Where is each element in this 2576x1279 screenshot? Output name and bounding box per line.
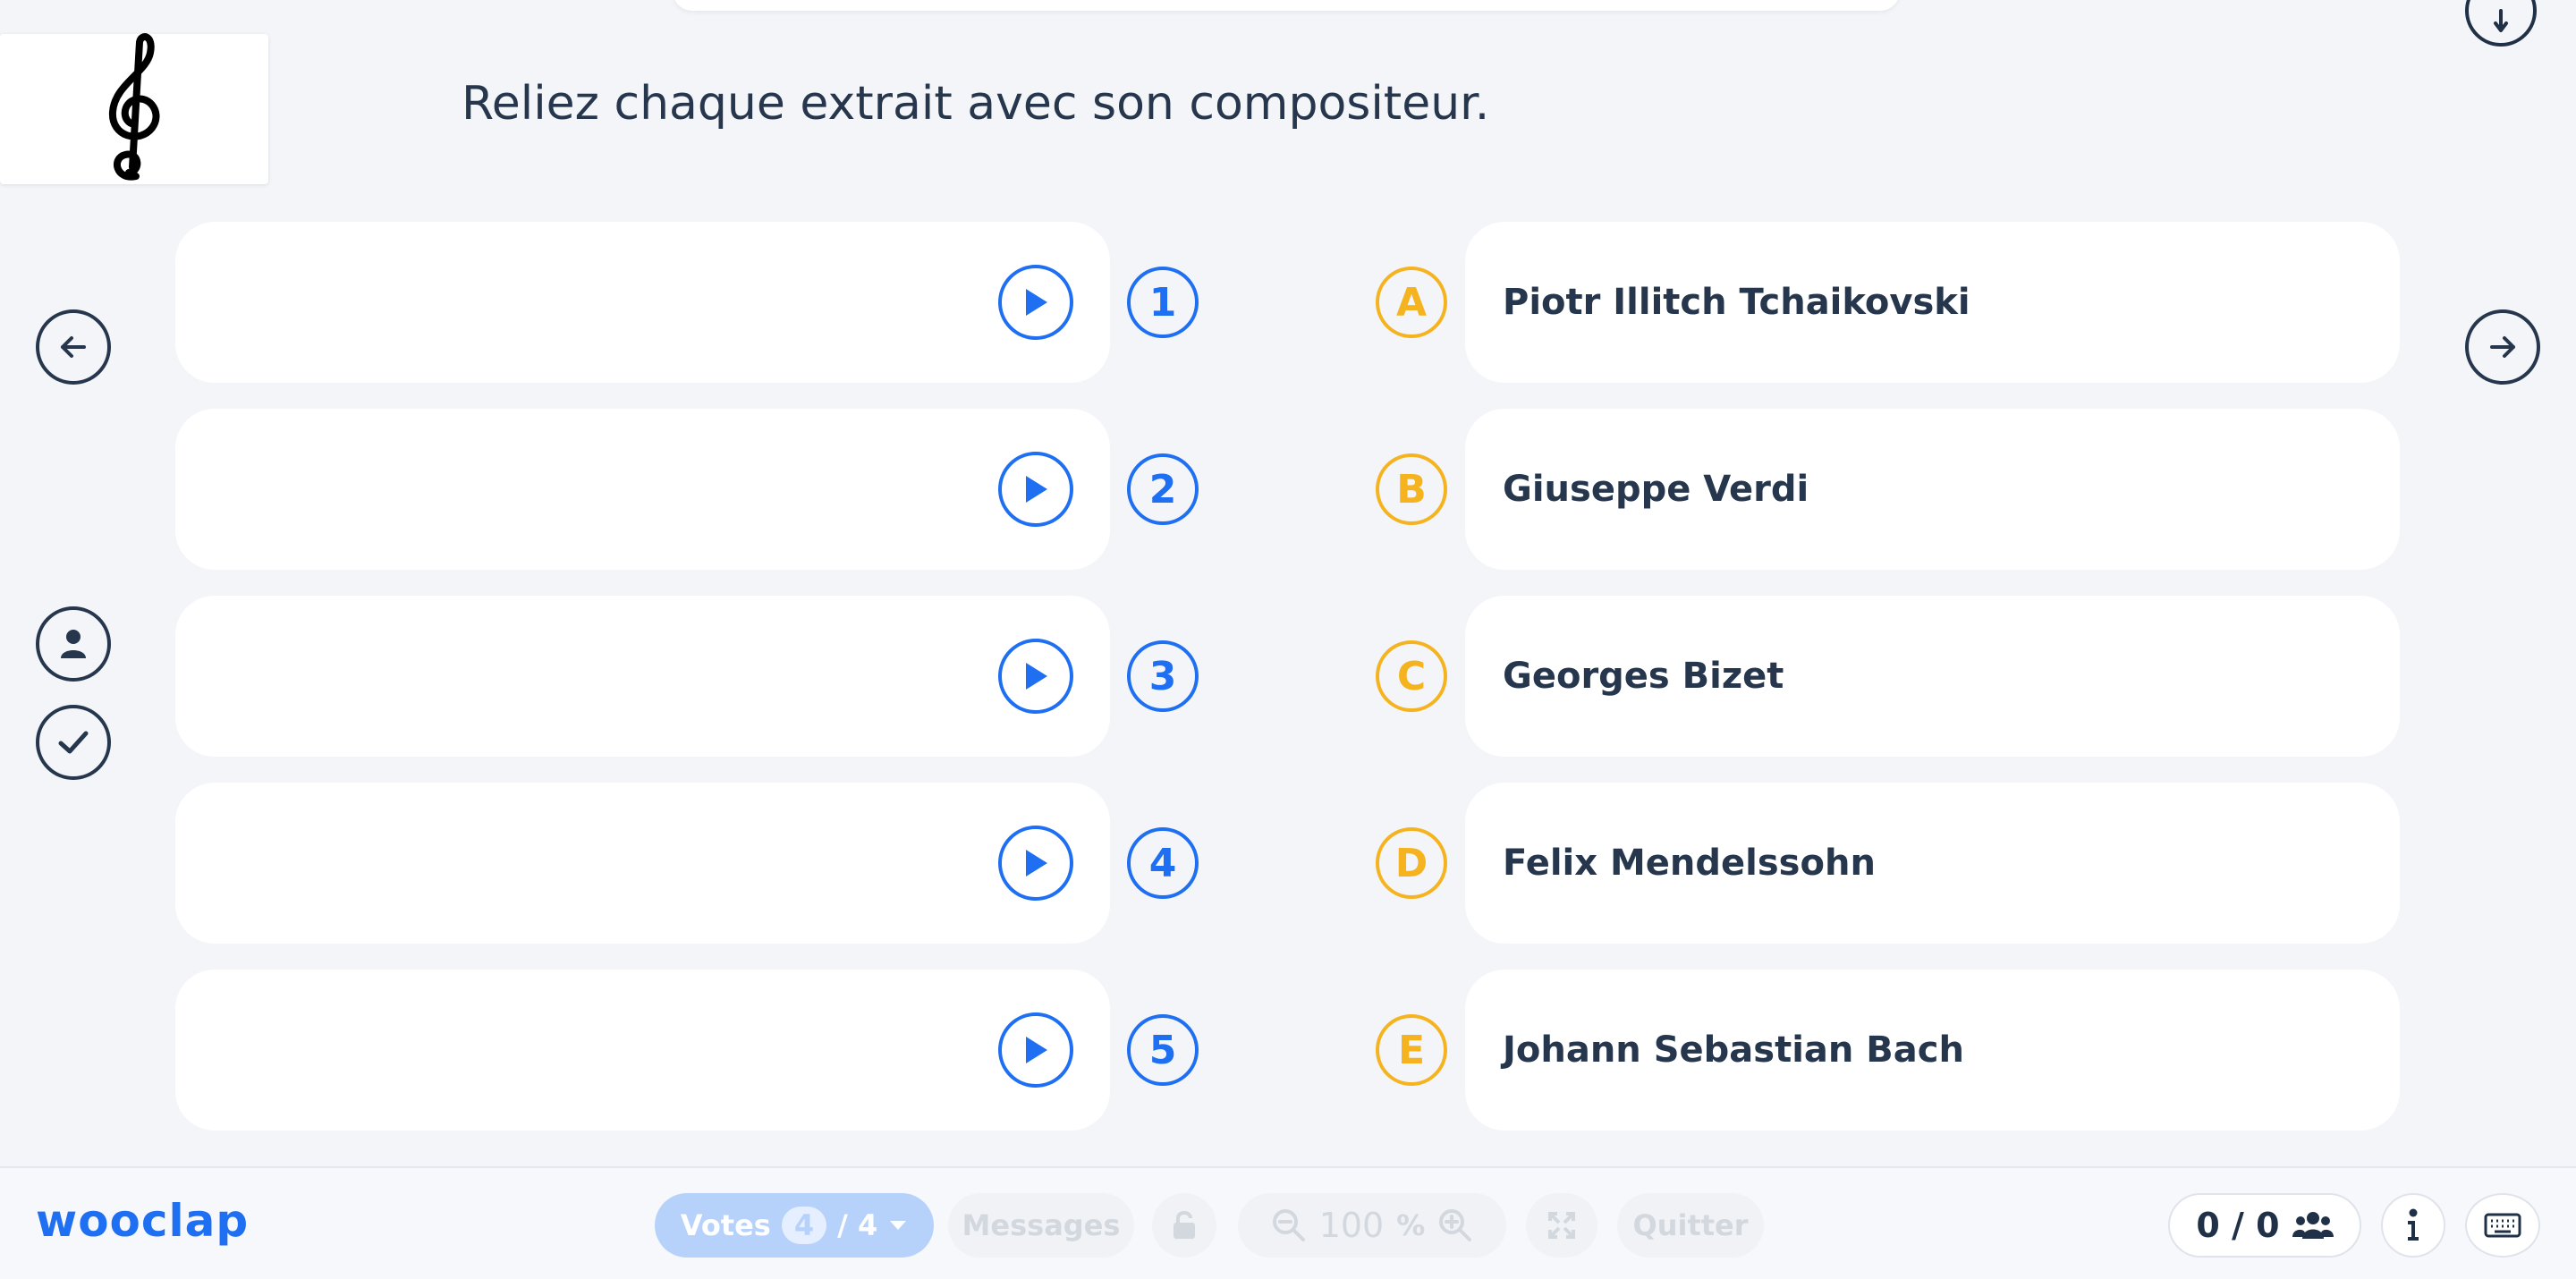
composer-name: Piotr Illitch Tchaikovski [1503, 282, 1970, 323]
excerpt-number[interactable]: 4 [1127, 827, 1199, 899]
answer-letter[interactable]: D [1376, 827, 1447, 899]
zoom-in-icon[interactable] [1437, 1207, 1473, 1243]
info-icon [2408, 1208, 2419, 1241]
play-button[interactable] [998, 826, 1073, 901]
play-button[interactable] [998, 639, 1073, 714]
vertical-arrows-icon [2494, 9, 2508, 32]
play-icon [1026, 289, 1047, 316]
excerpt-card-1 [175, 222, 1110, 383]
votes-count: 4 [781, 1207, 827, 1244]
chevron-down-icon [890, 1221, 907, 1230]
keyboard-icon [2484, 1213, 2521, 1238]
participants-counter[interactable]: 0 / 0 [2168, 1193, 2361, 1258]
treble-clef-icon [108, 33, 160, 181]
composer-name: Giuseppe Verdi [1503, 469, 1809, 510]
fullscreen-icon [1548, 1212, 1575, 1239]
arrow-right-icon [2490, 336, 2515, 358]
answer-letter[interactable]: A [1376, 267, 1447, 338]
excerpt-card-2 [175, 409, 1110, 570]
user-icon [61, 630, 86, 658]
play-button[interactable] [998, 1012, 1073, 1088]
top-panel-edge [673, 0, 1900, 11]
answer-card-1[interactable]: Piotr Illitch Tchaikovski [1465, 222, 2400, 383]
keyboard-button[interactable] [2465, 1193, 2540, 1258]
quit-button[interactable]: Quitter [1617, 1193, 1764, 1258]
play-icon [1026, 1037, 1047, 1063]
votes-label: Votes [680, 1208, 771, 1242]
answer-card-4[interactable]: Felix Mendelssohn [1465, 783, 2400, 944]
answer-card-3[interactable]: Georges Bizet [1465, 596, 2400, 757]
answer-letter[interactable]: C [1376, 640, 1447, 712]
question-image [0, 33, 268, 184]
fullscreen-button[interactable] [1526, 1193, 1597, 1258]
messages-button[interactable]: Messages [948, 1193, 1134, 1258]
lock-icon [1174, 1211, 1195, 1239]
answer-letter[interactable]: B [1376, 453, 1447, 525]
excerpt-number[interactable]: 1 [1127, 267, 1199, 338]
excerpt-number[interactable]: 3 [1127, 640, 1199, 712]
play-icon [1026, 476, 1047, 503]
composer-name: Johann Sebastian Bach [1503, 1029, 1964, 1071]
play-icon [1026, 663, 1047, 690]
composer-name: Georges Bizet [1503, 656, 1784, 697]
show-correct-button[interactable] [36, 705, 111, 780]
participants-count: 0 / 0 [2196, 1206, 2280, 1245]
brand-logo: wooclap [36, 1195, 250, 1247]
zoom-value: 100 [1318, 1206, 1385, 1245]
excerpt-number[interactable]: 5 [1127, 1014, 1199, 1086]
participant-view-button[interactable] [36, 606, 111, 682]
excerpt-card-4 [175, 783, 1110, 944]
play-button[interactable] [998, 452, 1073, 527]
zoom-out-icon[interactable] [1271, 1207, 1307, 1243]
previous-button[interactable] [36, 309, 111, 385]
answer-card-5[interactable]: Johann Sebastian Bach [1465, 970, 2400, 1131]
excerpt-number[interactable]: 2 [1127, 453, 1199, 525]
answer-letter[interactable]: E [1376, 1014, 1447, 1086]
arrow-left-icon [61, 336, 86, 358]
next-button[interactable] [2465, 309, 2540, 385]
zoom-control: 100 % [1238, 1193, 1506, 1258]
footer-toolbar: wooclap Votes 4 / 4 Messages 100 % Quitt… [0, 1166, 2576, 1279]
excerpt-card-3 [175, 596, 1110, 757]
votes-button[interactable]: Votes 4 / 4 [655, 1193, 934, 1258]
excerpt-card-5 [175, 970, 1110, 1131]
play-icon [1026, 850, 1047, 877]
answer-card-2[interactable]: Giuseppe Verdi [1465, 409, 2400, 570]
play-button[interactable] [998, 265, 1073, 340]
resize-button[interactable] [2465, 0, 2537, 47]
info-button[interactable] [2381, 1193, 2445, 1258]
lock-button[interactable] [1152, 1193, 1216, 1258]
votes-total: / 4 [837, 1208, 878, 1242]
zoom-unit: % [1396, 1208, 1426, 1242]
question-title: Reliez chaque extrait avec son composite… [462, 77, 1490, 131]
group-icon [2292, 1212, 2334, 1239]
check-icon [58, 731, 89, 754]
composer-name: Felix Mendelssohn [1503, 843, 1876, 884]
